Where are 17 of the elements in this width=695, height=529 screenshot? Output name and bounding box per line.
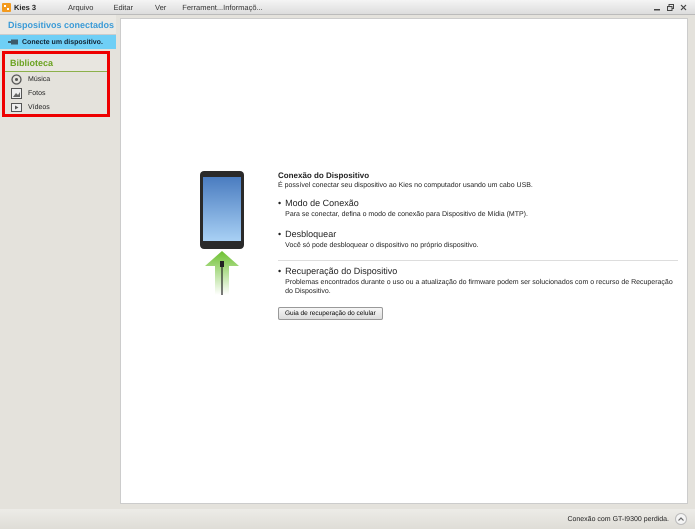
bullet: •	[278, 266, 282, 278]
film-icon	[11, 102, 22, 112]
section-heading: Desbloquear	[285, 228, 338, 239]
section-header: Dispositivos conectados	[0, 15, 116, 35]
cable-icon	[8, 39, 18, 45]
restore-icon[interactable]	[667, 4, 674, 10]
image-icon	[11, 88, 22, 98]
section-heading: Modo de Conexão	[285, 198, 360, 208]
app-logo-icon	[2, 2, 11, 12]
section-header: Biblioteca	[5, 54, 107, 72]
section-heading: Recuperação do Dispositivo	[285, 266, 398, 276]
bullet: •	[278, 198, 282, 210]
bullet: •	[278, 228, 282, 241]
close-icon[interactable]	[680, 4, 687, 10]
disc-icon	[11, 74, 22, 84]
chevron-up-icon[interactable]	[675, 513, 687, 525]
content-title: Conexão do Dispositivo	[278, 171, 370, 180]
